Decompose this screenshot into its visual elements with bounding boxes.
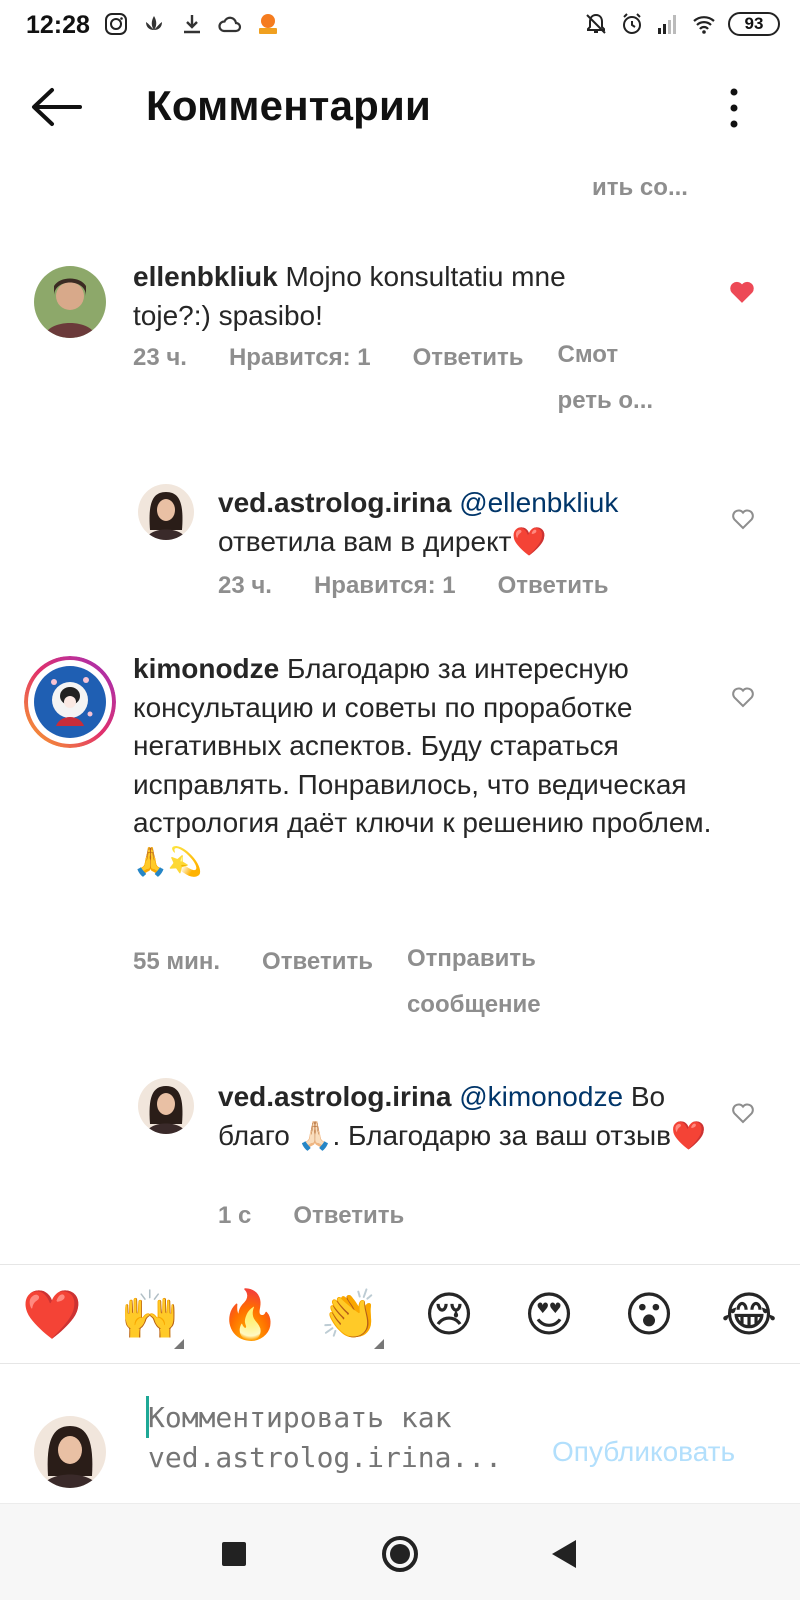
variants-indicator-icon [174, 1339, 184, 1349]
reply-button[interactable]: Ответить [293, 1202, 404, 1230]
see-more-link[interactable]: ить со... [592, 174, 688, 202]
comment-text: ellenbkliuk Mojno konsultatiu mne toje?:… [133, 258, 633, 335]
comment-time: 55 мин. [133, 948, 221, 975]
fire-emoji-button[interactable]: 🔥 [220, 1287, 280, 1345]
send-message-link[interactable]: Отправить сообщение [407, 936, 567, 1028]
comment-text: ved.astrolog.irina @kimonodze Во благо 🙏… [218, 1078, 708, 1155]
publish-button[interactable]: Опубликовать [552, 1436, 735, 1468]
heart-outline-icon[interactable] [730, 1102, 756, 1124]
laughing-emoji-button[interactable]: 😂 [720, 1287, 778, 1345]
system-nav-bar [0, 1504, 800, 1600]
comment-meta: 23 ч. Нравится: 1 Ответить Смот реть о..… [133, 341, 668, 424]
header: Комментарии [0, 62, 800, 152]
see-more-link[interactable]: Смот реть о... [558, 332, 668, 424]
signal-icon [658, 15, 676, 34]
mute-icon [586, 13, 606, 34]
comment-meta: 55 мин. Ответить Отправить сообщение [133, 945, 567, 1028]
avatar [34, 1416, 106, 1488]
comment-body: ответила вам в директ❤️ [218, 525, 547, 557]
wifi-icon [693, 16, 715, 34]
status-bar: 12:28 93 [0, 0, 800, 50]
variants-indicator-icon [374, 1339, 384, 1349]
heart-filled-icon[interactable] [728, 280, 756, 304]
lotus-icon [146, 16, 162, 30]
crying-emoji-button[interactable]: 😢 [420, 1287, 478, 1345]
instagram-icon [105, 13, 127, 35]
reply-item: ved.astrolog.irina @ellenbkliuk ответила… [0, 478, 800, 618]
reply-item: ved.astrolog.irina @kimonodze Во благо 🙏… [0, 1072, 800, 1252]
status-right-icons: 93 [584, 12, 780, 36]
reply-button[interactable]: Ответить [498, 572, 609, 600]
comment-meta: 23 ч. Нравится: 1 Ответить [218, 572, 609, 600]
alarm-icon [623, 13, 641, 34]
comment-username[interactable]: ved.astrolog.irina [218, 487, 451, 518]
comment-time: 23 ч. [218, 572, 272, 599]
back-button[interactable] [552, 1540, 576, 1568]
heart-outline-icon[interactable] [730, 686, 756, 708]
reply-button[interactable]: Ответить [262, 948, 373, 1028]
comment-username[interactable]: ellenbkliuk [133, 261, 278, 292]
comment-input-row: Опубликовать [0, 1364, 800, 1504]
home-button[interactable] [382, 1536, 418, 1572]
more-vertical-icon[interactable] [728, 86, 740, 130]
emoji-glyph: 🙌 [120, 1289, 180, 1342]
avatar[interactable] [138, 1078, 194, 1134]
surprised-emoji-button[interactable]: 😮 [620, 1287, 678, 1345]
mention-link[interactable]: @ellenbkliuk [459, 487, 618, 518]
battery-icon: 93 [728, 12, 780, 36]
arrow-left-icon[interactable] [30, 86, 82, 128]
comment-meta: 1 с Ответить [218, 1202, 404, 1230]
page-title: Комментарии [146, 82, 432, 129]
cloud-icon [218, 16, 242, 33]
likes-count[interactable]: Нравится: 1 [314, 572, 456, 600]
mention-link[interactable]: @kimonodze [459, 1081, 623, 1112]
comment-item: ellenbkliuk Mojno konsultatiu mne toje?:… [0, 250, 800, 430]
likes-count[interactable]: Нравится: 1 [229, 344, 371, 424]
app-icon [259, 14, 277, 34]
comment-text: kimonodze Благодарю за интересную консул… [133, 650, 713, 881]
heart-eyes-emoji-button[interactable]: 😍 [520, 1287, 578, 1345]
emoji-glyph: 👏 [320, 1289, 380, 1342]
heart-emoji-button[interactable]: ❤️ [22, 1287, 82, 1345]
status-left-icons [104, 12, 280, 36]
status-time: 12:28 [26, 11, 90, 39]
comment-time: 1 с [218, 1202, 252, 1229]
clapping-emoji-button[interactable]: 👏 [320, 1287, 384, 1349]
comment-input[interactable] [148, 1398, 528, 1478]
reply-button[interactable]: Ответить [413, 344, 524, 424]
raising-hands-emoji-button[interactable]: 🙌 [120, 1287, 184, 1349]
heart-outline-icon[interactable] [730, 508, 756, 530]
comment-item: kimonodze Благодарю за интересную консул… [0, 653, 800, 1036]
avatar[interactable] [34, 266, 106, 338]
comment-username[interactable]: ved.astrolog.irina [218, 1081, 451, 1112]
comment-time: 23 ч. [133, 344, 187, 371]
emoji-quick-bar: ❤️ 🙌 🔥 👏 😢 😍 😮 😂 [0, 1264, 800, 1364]
download-icon [184, 15, 200, 34]
comment-username[interactable]: kimonodze [133, 653, 279, 684]
comment-body: Благодарю за интересную консультацию и с… [133, 653, 712, 877]
comment-text: ved.astrolog.irina @ellenbkliuk ответила… [218, 484, 688, 561]
recents-button[interactable] [222, 1542, 246, 1566]
avatar[interactable] [24, 656, 116, 748]
avatar[interactable] [138, 484, 194, 540]
